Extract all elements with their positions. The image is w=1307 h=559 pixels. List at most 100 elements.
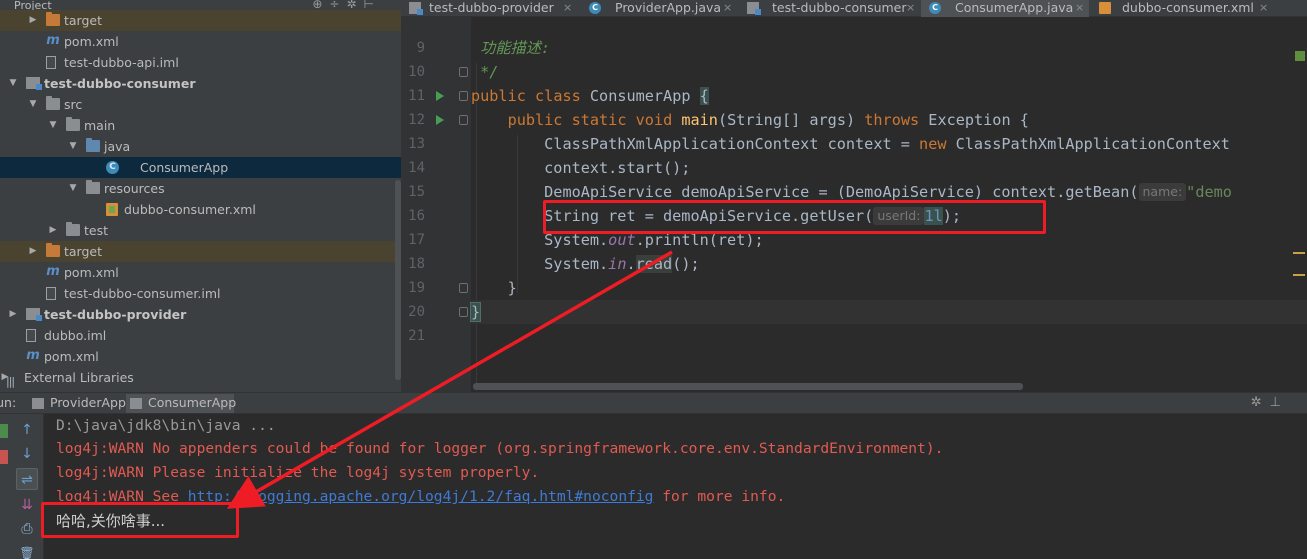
number-literal: 1l bbox=[924, 207, 943, 225]
line-number: 11 bbox=[408, 88, 425, 104]
close-icon[interactable]: × bbox=[906, 0, 915, 15]
expanded-arrow-icon[interactable]: ▼ bbox=[28, 94, 38, 115]
code-line-20: } bbox=[469, 300, 1307, 324]
trash-icon[interactable]: 🗑 bbox=[16, 542, 38, 559]
code-text: } bbox=[507, 279, 517, 297]
tree-item-src[interactable]: ▼ src bbox=[0, 94, 401, 115]
run-console[interactable]: D:\java\jdk8\bin\java ... log4j:WARN No … bbox=[44, 414, 1307, 559]
fold-icon[interactable] bbox=[459, 91, 468, 101]
line-number: 14 bbox=[408, 160, 425, 176]
run-gutter-icon[interactable] bbox=[436, 115, 444, 125]
code-text: . bbox=[626, 255, 636, 273]
tree-item-dubbo-iml[interactable]: dubbo.iml bbox=[0, 325, 401, 346]
expanded-arrow-icon[interactable]: ▼ bbox=[68, 136, 78, 157]
stop-icon[interactable] bbox=[0, 450, 8, 464]
tree-item-label: pom.xml bbox=[64, 34, 119, 49]
fold-icon[interactable] bbox=[459, 283, 468, 293]
tab-test-dubbo-consumer[interactable]: test-dubbo-consumer × bbox=[739, 0, 919, 17]
gear-icon[interactable]: ✲ bbox=[1251, 395, 1270, 410]
tree-item-label: target bbox=[64, 13, 103, 28]
code-line-17: System.out.println(ret); bbox=[471, 228, 763, 252]
console-command-line: D:\java\jdk8\bin\java ... bbox=[56, 417, 276, 434]
code-text: context.start(); bbox=[544, 159, 691, 177]
module-folder-icon bbox=[26, 77, 42, 90]
tree-item-java[interactable]: ▼ java bbox=[0, 136, 401, 157]
error-stripe-mark[interactable] bbox=[1293, 252, 1305, 254]
collapsed-arrow-icon[interactable]: ▶ bbox=[8, 304, 18, 325]
tree-item-label: test-dubbo-consumer.iml bbox=[64, 286, 221, 301]
java-class-icon: C bbox=[106, 161, 119, 174]
collapsed-arrow-icon[interactable]: ▶ bbox=[28, 10, 38, 31]
rerun-icon[interactable] bbox=[0, 424, 8, 438]
code-area[interactable]: 功能描述: */ public class ConsumerApp { publ… bbox=[469, 17, 1307, 392]
tree-item-consumerapp[interactable]: C ConsumerApp bbox=[0, 157, 401, 178]
tree-item-target[interactable]: ▶ target bbox=[0, 241, 401, 262]
run-tab-consumer-app[interactable]: ConsumerApp bbox=[126, 394, 237, 413]
print-icon[interactable]: ⎙ bbox=[16, 518, 38, 540]
tree-item-pom-xml[interactable]: m pom.xml bbox=[0, 31, 401, 52]
down-arrow-icon[interactable]: ↓ bbox=[16, 443, 38, 465]
close-icon[interactable]: × bbox=[723, 0, 732, 15]
collapsed-arrow-icon[interactable]: ▶ bbox=[48, 220, 58, 241]
tree-item-external-libraries[interactable]: ▶ ||| External Libraries bbox=[0, 367, 401, 388]
scroll-to-end-icon[interactable]: ⇊ bbox=[16, 494, 38, 516]
close-icon[interactable]: × bbox=[563, 0, 572, 15]
tree-item-test-dubbo-consumer[interactable]: ▼ test-dubbo-consumer bbox=[0, 73, 401, 94]
fold-icon[interactable] bbox=[459, 115, 468, 125]
tree-item-dubbo-consumer-xml[interactable]: dubbo-consumer.xml bbox=[0, 199, 401, 220]
log4j-faq-link[interactable]: http://logging.apache.org/log4j/1.2/faq.… bbox=[188, 488, 654, 505]
tree-item-test[interactable]: ▶ test bbox=[0, 220, 401, 241]
maven-icon: m bbox=[46, 264, 60, 279]
maven-icon: m bbox=[26, 348, 40, 363]
folder-icon bbox=[66, 222, 80, 236]
tree-item-pom-xml[interactable]: m pom.xml bbox=[0, 346, 401, 367]
error-stripe-mark[interactable] bbox=[1293, 274, 1305, 276]
run-tab-label: ConsumerApp bbox=[148, 395, 237, 410]
up-arrow-icon[interactable]: ↑ bbox=[16, 419, 38, 441]
tab-consumer-app[interactable]: C ConsumerApp.java × bbox=[921, 0, 1089, 17]
expanded-arrow-icon[interactable]: ▼ bbox=[8, 73, 18, 94]
tab-test-dubbo-provider[interactable]: test-dubbo-provider × bbox=[401, 0, 579, 17]
tree-item-test-dubbo-consumer-iml[interactable]: test-dubbo-consumer.iml bbox=[0, 283, 401, 304]
run-header-tools: ✲⊥ bbox=[1251, 393, 1289, 413]
tree-item-label: External Libraries bbox=[24, 370, 134, 385]
code-editor[interactable]: 9 10 11 12 13 14 15 16 17 18 19 20 21 功能描述: */ publi… bbox=[401, 17, 1307, 392]
comment: */ bbox=[480, 63, 499, 81]
code-text: ClassPathXmlApplicationContext bbox=[955, 135, 1230, 153]
close-icon[interactable]: × bbox=[1259, 0, 1268, 15]
code-line-10: */ bbox=[471, 60, 498, 84]
fold-icon[interactable] bbox=[459, 67, 468, 77]
highlighted-identifier: read bbox=[635, 255, 673, 273]
tab-provider-app[interactable]: C ProviderApp.java × bbox=[581, 0, 737, 17]
tree-item-target[interactable]: ▶ target bbox=[0, 10, 401, 31]
tree-item-label: target bbox=[64, 244, 103, 259]
folder-excluded-icon bbox=[46, 12, 60, 26]
tree-item-pom-xml[interactable]: m pom.xml bbox=[0, 262, 401, 283]
tree-item-resources[interactable]: ▼ resources bbox=[0, 178, 401, 199]
run-tab-provider-app[interactable]: ProviderApp bbox=[28, 394, 126, 413]
close-icon[interactable]: × bbox=[1075, 0, 1084, 15]
tree-item-label: pom.xml bbox=[64, 265, 119, 280]
tab-label: test-dubbo-provider bbox=[429, 0, 554, 15]
tab-dubbo-consumer-xml[interactable]: dubbo-consumer.xml × bbox=[1091, 0, 1271, 17]
horizontal-scrollbar[interactable] bbox=[473, 383, 1023, 390]
expanded-arrow-icon[interactable]: ▼ bbox=[68, 178, 78, 199]
collapsed-arrow-icon[interactable]: ▶ bbox=[28, 241, 38, 262]
run-gutter-icon[interactable] bbox=[436, 91, 444, 101]
minimize-icon[interactable]: ⊥ bbox=[1270, 395, 1289, 410]
code-text: DemoApiService demoApiService = (DemoApi… bbox=[544, 183, 1139, 201]
inspection-ok-icon[interactable] bbox=[1295, 51, 1305, 61]
tree-item-test-dubbo-api-iml[interactable]: test-dubbo-api.iml bbox=[0, 52, 401, 73]
tree-item-main[interactable]: ▼ main bbox=[0, 115, 401, 136]
line-number: 15 bbox=[408, 184, 425, 200]
soft-wrap-icon[interactable]: ⇌ bbox=[16, 468, 38, 490]
tree-item-label: main bbox=[84, 118, 116, 133]
code-text: Exception { bbox=[928, 111, 1029, 129]
console-warning-line: log4j:WARN Please initialize the log4j s… bbox=[56, 464, 540, 481]
fold-icon[interactable] bbox=[459, 307, 468, 317]
resources-folder-icon bbox=[86, 180, 100, 194]
expanded-arrow-icon[interactable]: ▼ bbox=[48, 115, 58, 136]
tree-item-test-dubbo-provider[interactable]: ▶ test-dubbo-provider bbox=[0, 304, 401, 325]
code-line-9: 功能描述: bbox=[471, 36, 550, 60]
code-text: String ret = demoApiService.getUser( bbox=[544, 207, 874, 225]
